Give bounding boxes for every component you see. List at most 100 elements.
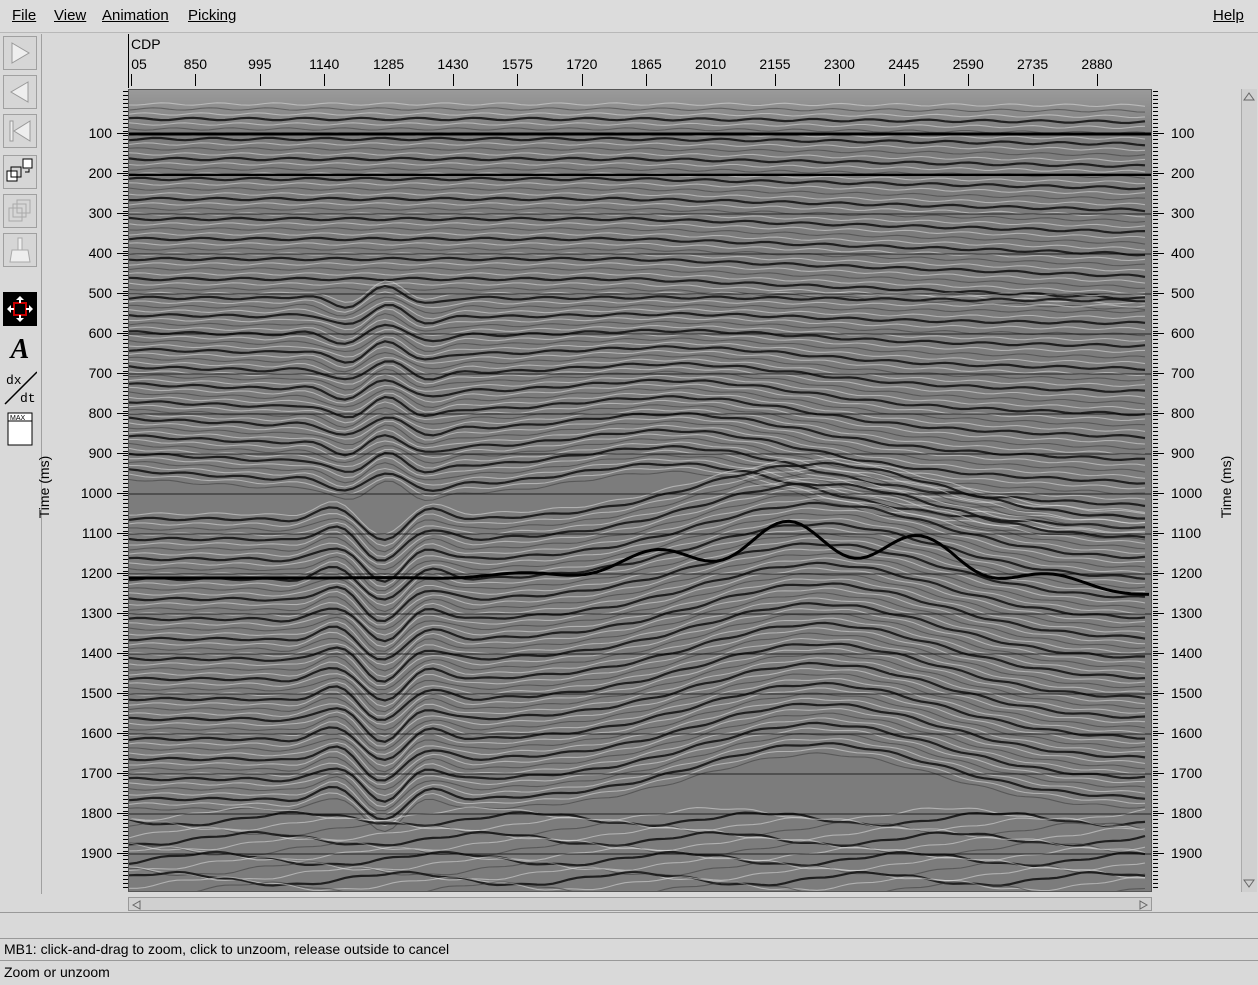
- horizontal-scrollbar[interactable]: [128, 897, 1152, 911]
- y-minor-tick: [1153, 635, 1158, 636]
- y-minor-tick: [1153, 559, 1158, 560]
- play-forward-icon: [11, 42, 30, 64]
- y-minor-tick: [1153, 131, 1158, 132]
- play-forward-button[interactable]: [3, 36, 37, 70]
- y-minor-tick: [1153, 791, 1158, 792]
- y-minor-tick: [1153, 743, 1158, 744]
- y-minor-tick: [1153, 315, 1158, 316]
- y-minor-tick: [1153, 759, 1158, 760]
- y-tick-mark: [1153, 133, 1164, 134]
- rewind-to-start-icon: [9, 120, 31, 142]
- y-tick-mark: [117, 213, 128, 214]
- seismic-section-image[interactable]: [128, 89, 1152, 892]
- y-minor-tick: [1153, 435, 1158, 436]
- menu-help[interactable]: Help: [1213, 7, 1244, 24]
- y-tick-label: 1200: [80, 565, 112, 581]
- y-minor-tick: [1153, 419, 1158, 420]
- y-minor-tick: [1153, 855, 1158, 856]
- y-tick-label: 1300: [80, 605, 112, 621]
- copy-panel-button[interactable]: [3, 155, 37, 189]
- y-minor-tick: [1153, 343, 1158, 344]
- y-minor-tick: [1153, 447, 1158, 448]
- y-minor-tick: [1153, 431, 1158, 432]
- y-minor-tick: [1153, 843, 1158, 844]
- svg-text:dx: dx: [6, 373, 22, 388]
- y-tick-mark: [1153, 493, 1164, 494]
- y-minor-tick: [1153, 271, 1158, 272]
- y-minor-tick: [1153, 335, 1158, 336]
- x-tick-label: 2155: [759, 56, 791, 72]
- max-amplitude-button[interactable]: MAX: [3, 412, 37, 446]
- y-minor-tick: [1153, 515, 1158, 516]
- y-tick-mark: [1153, 613, 1164, 614]
- y-tick-label: 500: [1171, 285, 1195, 301]
- y-minor-tick: [1153, 487, 1158, 488]
- y-tick-mark: [117, 533, 128, 534]
- y-minor-tick: [1153, 451, 1158, 452]
- y-minor-tick: [1153, 163, 1158, 164]
- y-minor-tick: [1153, 187, 1158, 188]
- y-tick-label: 1700: [80, 765, 112, 781]
- y-tick-mark: [1153, 373, 1164, 374]
- y-tick-label: 200: [88, 165, 112, 181]
- y-minor-tick: [1153, 595, 1158, 596]
- y-minor-tick: [1153, 655, 1158, 656]
- y-minor-tick: [1153, 499, 1158, 500]
- y-tick-mark: [1153, 253, 1164, 254]
- menu-file[interactable]: File: [12, 7, 36, 24]
- y-minor-tick: [1153, 347, 1158, 348]
- y-minor-tick: [1153, 319, 1158, 320]
- y-minor-tick: [1153, 555, 1158, 556]
- y-tick-label: 1500: [1171, 685, 1203, 701]
- y-minor-tick: [1153, 767, 1158, 768]
- x-tick-mark: [259, 74, 261, 86]
- y-minor-tick: [1153, 235, 1158, 236]
- y-minor-tick: [1153, 115, 1158, 116]
- y-minor-tick: [1153, 707, 1158, 708]
- y-minor-tick: [1153, 139, 1158, 140]
- stack-panels-button[interactable]: [3, 194, 37, 228]
- y-minor-tick: [1153, 731, 1158, 732]
- y-tick-mark: [1153, 293, 1164, 294]
- y-tick-mark: [117, 693, 128, 694]
- y-minor-tick: [1153, 303, 1158, 304]
- menu-view[interactable]: View: [54, 7, 86, 24]
- menu-animation[interactable]: Animation: [102, 7, 169, 24]
- y-minor-tick: [1153, 191, 1158, 192]
- y-minor-tick: [1153, 311, 1158, 312]
- annotate-text-button[interactable]: A: [3, 333, 37, 367]
- x-tick-mark: [710, 74, 712, 86]
- y-minor-tick: [1153, 675, 1158, 676]
- y-minor-tick: [1153, 463, 1158, 464]
- y-minor-tick: [1153, 263, 1158, 264]
- y-minor-tick: [1153, 723, 1158, 724]
- y-minor-tick: [1153, 215, 1158, 216]
- y-minor-tick: [1153, 199, 1158, 200]
- y-minor-tick: [1153, 259, 1158, 260]
- menu-picking[interactable]: Picking: [188, 7, 236, 24]
- y-tick-mark: [1153, 213, 1164, 214]
- y-minor-tick: [1153, 587, 1158, 588]
- play-backward-button[interactable]: [3, 75, 37, 109]
- x-tick-label: 2590: [952, 56, 984, 72]
- y-minor-tick: [1153, 575, 1158, 576]
- stack-panels-icon: [8, 199, 31, 222]
- y-minor-tick: [1153, 407, 1158, 408]
- x-tick-mark: [839, 74, 841, 86]
- y-tick-mark: [1153, 173, 1164, 174]
- y-tick-mark: [1153, 573, 1164, 574]
- rewind-button[interactable]: [3, 114, 37, 148]
- y-minor-tick: [1153, 223, 1158, 224]
- y-tick-mark: [117, 733, 128, 734]
- y-minor-tick: [1153, 547, 1158, 548]
- y-minor-tick: [1153, 811, 1158, 812]
- clear-button[interactable]: [3, 233, 37, 267]
- y-minor-tick: [1153, 679, 1158, 680]
- y-minor-tick: [1153, 143, 1158, 144]
- vertical-scrollbar[interactable]: [1241, 89, 1257, 892]
- y-minor-tick: [1153, 871, 1158, 872]
- zoom-mode-button[interactable]: [3, 292, 37, 326]
- derivative-button[interactable]: dx dt: [3, 371, 37, 406]
- y-tick-label: 1700: [1171, 765, 1203, 781]
- derivative-icon: dx dt: [4, 371, 37, 406]
